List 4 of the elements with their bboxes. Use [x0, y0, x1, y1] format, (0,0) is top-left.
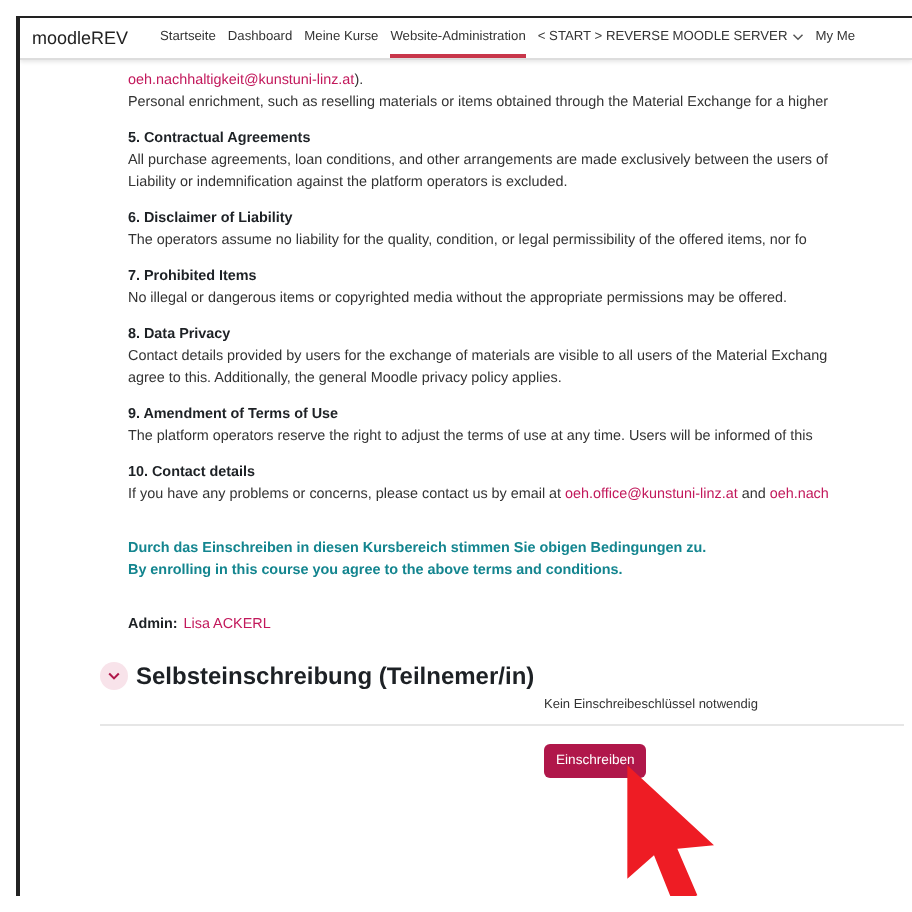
chevron-down-icon [106, 668, 122, 684]
collapse-toggle[interactable] [100, 662, 128, 690]
site-logo-text[interactable]: moodleREV [32, 28, 129, 48]
section-title: Selbsteinschreibung (Teilnemer/in) [136, 662, 535, 690]
